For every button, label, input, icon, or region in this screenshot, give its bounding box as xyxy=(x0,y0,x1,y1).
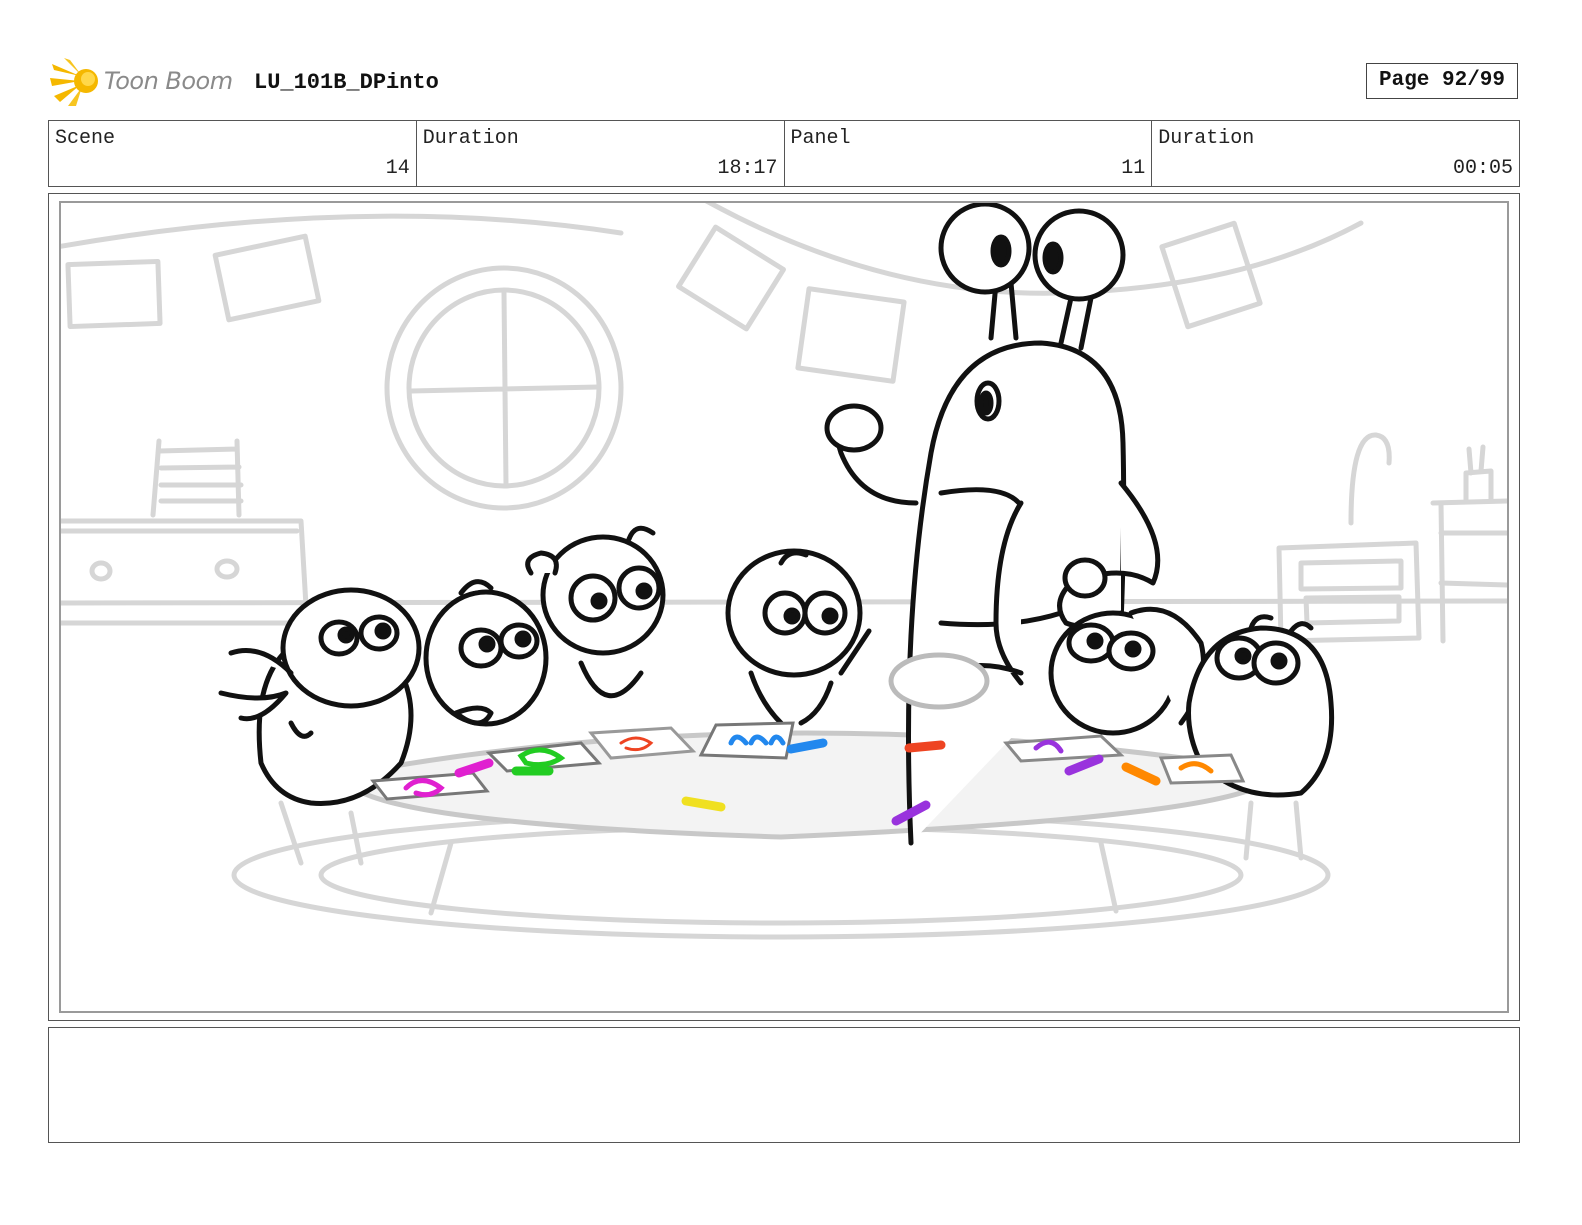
panel-cell: Panel 11 xyxy=(785,121,1153,186)
logo-text: Toon Boom xyxy=(104,67,233,95)
panel-label: Panel xyxy=(790,127,851,150)
panel-duration-label: Duration xyxy=(1158,127,1255,150)
panel-value: 11 xyxy=(1121,157,1146,180)
scene-duration-cell: Duration 18:17 xyxy=(417,121,785,186)
storyboard-panel xyxy=(48,193,1520,1021)
scene-cell: Scene 14 xyxy=(49,121,417,186)
panel-duration-cell: Duration 00:05 xyxy=(1152,121,1519,186)
toon-boom-logo: Toon Boom xyxy=(50,56,240,108)
page-indicator: Page 92/99 xyxy=(1366,63,1518,99)
panel-duration-value: 00:05 xyxy=(1452,157,1513,180)
scene-duration-value: 18:17 xyxy=(717,157,778,180)
panel-image-area xyxy=(59,201,1509,1013)
scene-duration-label: Duration xyxy=(422,127,519,150)
scene-label: Scene xyxy=(55,127,116,150)
scene-info-row: Scene 14 Duration 18:17 Panel 11 Duratio… xyxy=(48,120,1520,187)
panel-notes-box[interactable] xyxy=(48,1027,1520,1143)
storyboard-sketch xyxy=(61,203,1507,940)
project-title: LU_101B_DPinto xyxy=(254,70,439,95)
starburst-logo-icon xyxy=(50,58,98,106)
scene-value: 14 xyxy=(385,157,410,180)
